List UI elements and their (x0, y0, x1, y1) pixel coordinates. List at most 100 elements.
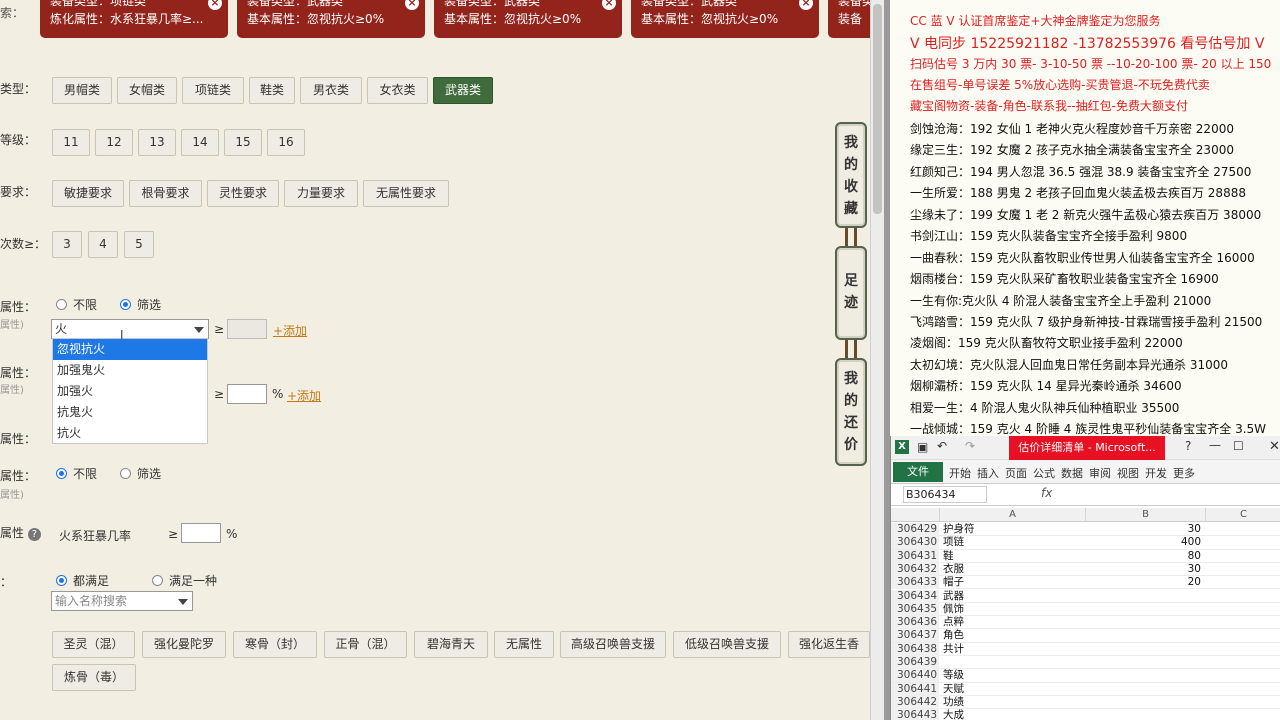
save-icon[interactable]: ▣ (917, 440, 928, 454)
dropdown-option[interactable]: 加强鬼火 (53, 360, 207, 381)
file-tab[interactable]: 文件 (893, 462, 943, 482)
ribbon-tab[interactable]: 审阅 (1089, 465, 1111, 481)
requirement-button[interactable]: 力量要求 (284, 180, 358, 207)
chevron-down-icon[interactable] (194, 327, 204, 333)
table-row[interactable]: 306433 帽子 20 (891, 576, 1280, 590)
table-row[interactable]: 306438 共计 (891, 642, 1280, 656)
table-row[interactable]: 306435 佩饰 (891, 602, 1280, 617)
history-tab[interactable]: 足 迹 (835, 246, 867, 340)
attr1-value-input[interactable] (227, 319, 267, 339)
ribbon-tab[interactable]: 视图 (1117, 465, 1139, 481)
skill-button[interactable]: 正骨（混） (324, 631, 407, 658)
name-search-select[interactable]: 输入名称搜索 (51, 591, 193, 611)
close-icon[interactable]: ✕ (1269, 439, 1280, 454)
close-icon[interactable]: × (405, 0, 419, 10)
chevron-down-icon[interactable] (178, 599, 188, 605)
count-button[interactable]: 4 (88, 231, 118, 258)
requirement-button[interactable]: 敏捷要求 (52, 180, 124, 207)
bargain-tab[interactable]: 我 的 还 价 (835, 358, 867, 466)
match-all-radio[interactable]: 都满足 (56, 574, 109, 588)
column-header[interactable]: C (1205, 508, 1280, 522)
table-row[interactable]: 306431 鞋 80 (891, 549, 1280, 563)
attr5-value-input[interactable] (181, 523, 221, 543)
count-button[interactable]: 3 (52, 231, 82, 258)
type-button-selected[interactable]: 武器类 (433, 77, 493, 104)
table-row[interactable]: 306440 等级 (891, 669, 1280, 683)
table-row[interactable]: 306439 (891, 656, 1280, 670)
table-row[interactable]: 306437 角色 (891, 629, 1280, 643)
table-row[interactable]: 306442 功绩 (891, 695, 1280, 710)
skill-button[interactable]: 无属性 (494, 631, 554, 658)
requirement-button[interactable]: 无属性要求 (363, 180, 449, 207)
attr1-add-link[interactable]: +添加 (273, 322, 307, 339)
attr1-filter-radio[interactable]: 筛选 (120, 298, 161, 312)
level-button[interactable]: 15 (224, 129, 262, 156)
scrollbar-thumb[interactable] (873, 4, 882, 214)
table-row[interactable]: 306434 武器 (891, 589, 1280, 603)
name-box[interactable]: B306434 (903, 486, 987, 503)
attr2-value-input[interactable] (227, 384, 267, 404)
filter-card[interactable]: 装备类 装备 (828, 0, 870, 38)
close-icon[interactable]: × (208, 0, 222, 10)
filter-card[interactable]: 装备类型：武器类 基本属性：忽视抗火≥0% × (434, 0, 622, 38)
type-button[interactable]: 男衣类 (300, 77, 362, 104)
page-scrollbar[interactable] (870, 0, 884, 720)
dropdown-option[interactable]: 抗鬼火 (53, 402, 207, 423)
skill-button[interactable]: 低级召唤兽支援 (673, 631, 781, 658)
ribbon-tab[interactable]: 开发 (1145, 465, 1167, 481)
type-button[interactable]: 项链类 (182, 77, 244, 104)
match-any-radio[interactable]: 满足一种 (152, 574, 217, 588)
dropdown-option-highlighted[interactable]: 忽视抗火 (53, 339, 207, 360)
ribbon-tab[interactable]: 数据 (1061, 465, 1083, 481)
close-icon[interactable]: × (602, 0, 616, 10)
filter-card[interactable]: 装备类型：武器类 基本属性：忽视抗火≥0% × (237, 0, 425, 38)
help-icon[interactable]: ? (27, 528, 41, 541)
fx-icon[interactable]: fx (1041, 486, 1052, 500)
table-row[interactable]: 306441 天赋 (891, 682, 1280, 696)
table-row[interactable]: 306443 大成 (891, 709, 1280, 720)
column-header[interactable]: A (939, 508, 1085, 522)
minimize-icon[interactable]: — (1209, 438, 1221, 452)
maximize-icon[interactable]: ☐ (1233, 439, 1244, 453)
type-button[interactable]: 鞋类 (249, 77, 295, 104)
filter-card[interactable]: 装备类型：武器类 基本属性：忽视抗火≥0% × (631, 0, 819, 38)
attr2-add-link[interactable]: +添加 (287, 387, 321, 404)
type-button[interactable]: 女衣类 (367, 77, 428, 104)
table-row[interactable]: 306429 护身符 30 (891, 523, 1280, 537)
count-button[interactable]: 5 (124, 231, 154, 258)
skill-button[interactable]: 圣灵（混） (52, 631, 135, 658)
ribbon-tab[interactable]: 更多 (1173, 465, 1195, 481)
requirement-button[interactable]: 根骨要求 (129, 180, 202, 207)
favorites-tab[interactable]: 我 的 收 藏 (835, 122, 867, 228)
undo-icon[interactable]: ↶ (937, 439, 947, 453)
ribbon-tab[interactable]: 公式 (1033, 465, 1055, 481)
attr1-unlimited-radio[interactable]: 不限 (56, 298, 97, 312)
skill-button[interactable]: 高级召唤兽支援 (560, 631, 666, 658)
skill-button[interactable]: 强化曼陀罗 (142, 631, 226, 658)
filter-card[interactable]: 装备类型：项链类 炼化属性：水系狂暴几率≥... × (40, 0, 228, 38)
type-button[interactable]: 男帽类 (52, 77, 112, 104)
level-button[interactable]: 12 (95, 129, 133, 156)
level-button[interactable]: 14 (181, 129, 219, 156)
table-row[interactable]: 306432 衣服 30 (891, 562, 1280, 577)
attr1-combo[interactable]: 火 (51, 319, 209, 339)
skill-button[interactable]: 寒骨（封） (233, 631, 317, 658)
column-header[interactable]: B (1085, 508, 1205, 522)
redo-icon[interactable]: ↷ (965, 439, 975, 453)
dropdown-option[interactable]: 抗火 (53, 423, 207, 444)
dropdown-option[interactable]: 加强火 (53, 381, 207, 402)
help-icon[interactable]: ? (1185, 439, 1191, 453)
level-button[interactable]: 16 (267, 129, 305, 156)
ribbon-tab[interactable]: 插入 (977, 465, 999, 481)
skill-button[interactable]: 强化返生香 (788, 631, 870, 658)
attr4-filter-radio[interactable]: 筛选 (120, 467, 161, 481)
level-button[interactable]: 13 (138, 129, 176, 156)
table-row[interactable]: 306436 点粹 (891, 616, 1280, 630)
ribbon-tab[interactable]: 页面 (1005, 465, 1027, 481)
requirement-button[interactable]: 灵性要求 (207, 180, 279, 207)
type-button[interactable]: 女帽类 (117, 77, 177, 104)
close-icon[interactable]: × (799, 0, 813, 10)
ribbon-tab[interactable]: 开始 (949, 465, 971, 481)
skill-button[interactable]: 碧海青天 (414, 631, 488, 658)
level-button[interactable]: 11 (52, 129, 90, 156)
